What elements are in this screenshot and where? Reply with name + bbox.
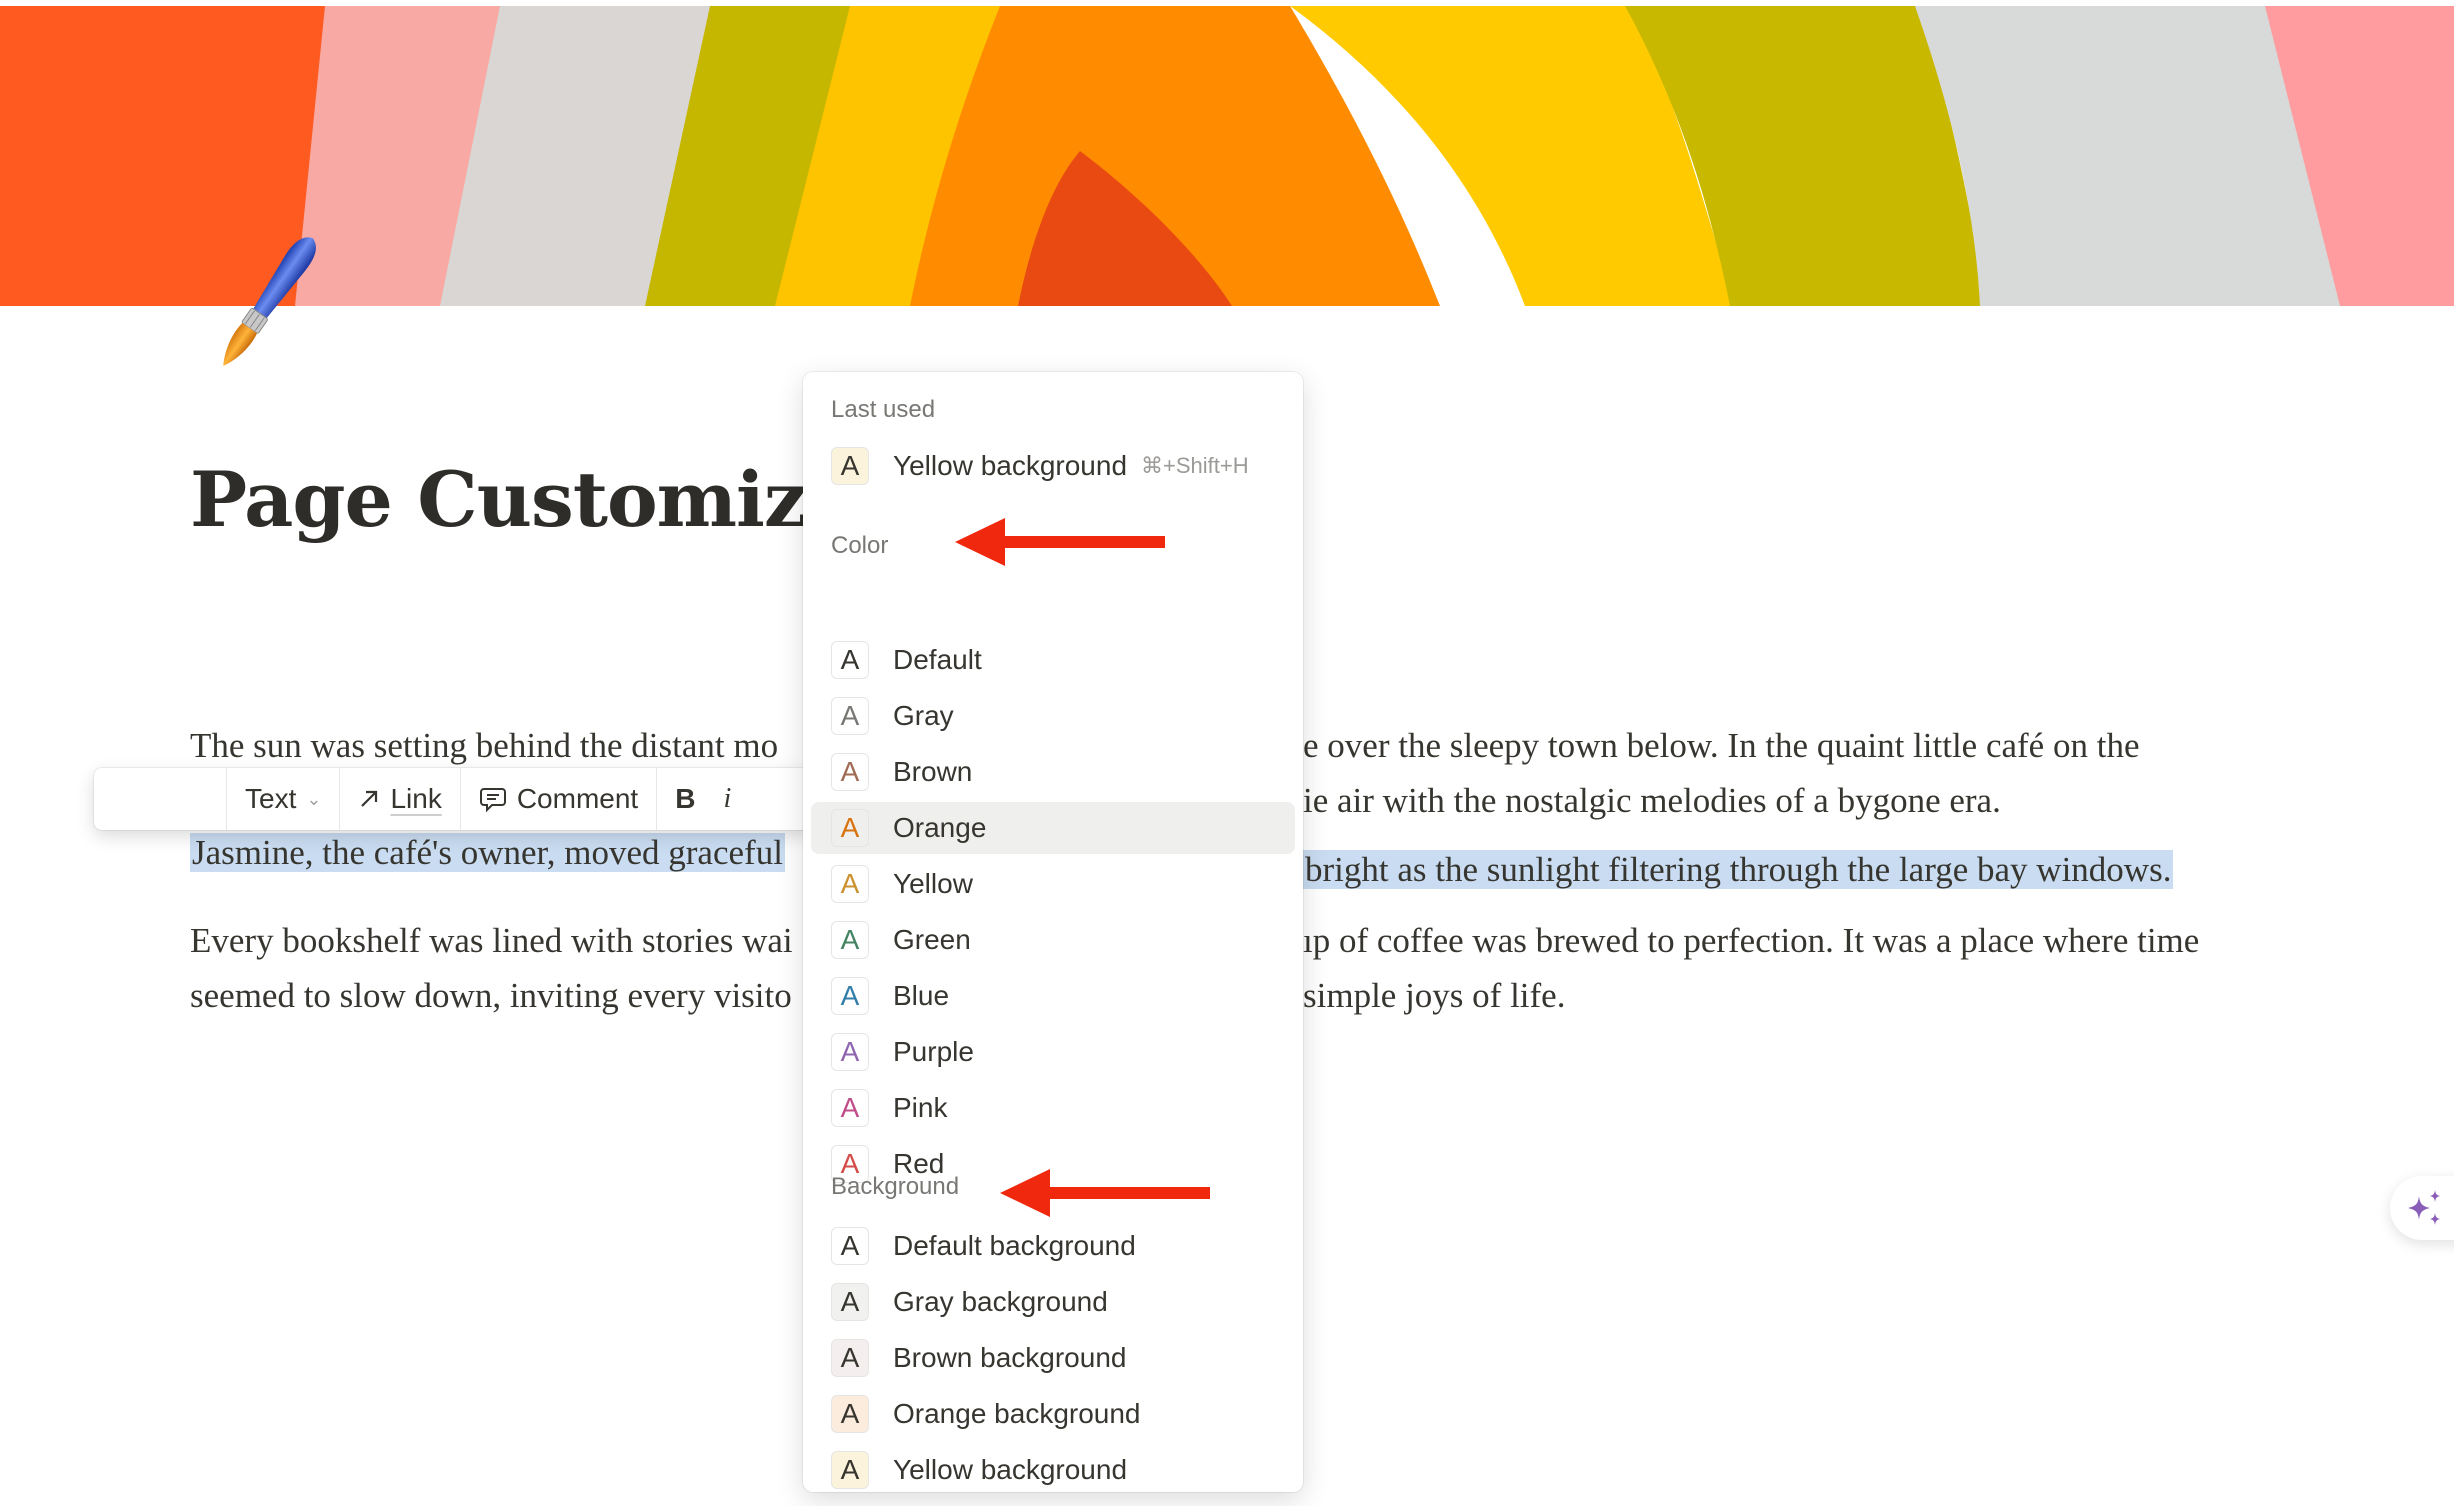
color-option-purple[interactable]: A Purple	[811, 1026, 1295, 1078]
color-option-blue[interactable]: A Blue	[811, 970, 1295, 1022]
cover-artwork	[0, 6, 2454, 306]
menu-item-label: Green	[893, 924, 971, 955]
color-option-yellow[interactable]: A Yellow	[811, 858, 1295, 910]
text-color-swatch-icon: A	[831, 641, 869, 679]
background-option-default-background[interactable]: A Default background	[811, 1220, 1295, 1272]
sparkle-icon	[2408, 1190, 2440, 1225]
bold-button[interactable]: B	[675, 783, 695, 815]
background-color-swatch-icon: A	[831, 1227, 869, 1265]
menu-item-label: Yellow background	[893, 450, 1128, 481]
selected-text[interactable]: Jasmine, the café's owner, moved gracefu…	[190, 833, 785, 872]
paragraph-3-line-2-left[interactable]: seemed to slow down, inviting every visi…	[190, 970, 792, 1022]
color-option-gray[interactable]: A Gray	[811, 690, 1295, 742]
menu-item-label: Blue	[893, 980, 950, 1011]
last-used-header: Last used	[831, 396, 936, 423]
paragraph-1-line-1-left[interactable]: The sun was setting behind the distant m…	[190, 720, 778, 772]
text-style-group: B i	[657, 768, 749, 830]
turn-into-label: Text	[245, 783, 297, 814]
comment-icon	[479, 788, 506, 813]
comment-button[interactable]: Comment	[461, 768, 658, 830]
background-color-swatch-icon: A	[831, 1283, 869, 1321]
page-icon[interactable]	[188, 222, 348, 382]
comment-label: Comment	[516, 783, 639, 814]
text-color-swatch-icon: A	[831, 809, 869, 847]
text-color-swatch-icon: A	[831, 1089, 869, 1127]
menu-item-label: Purple	[893, 1036, 974, 1067]
paragraph-2-left[interactable]: Jasmine, the café's owner, moved gracefu…	[190, 827, 785, 879]
text-color-swatch-icon: A	[831, 753, 869, 791]
link-button[interactable]: Link	[340, 768, 461, 830]
menu-item-label: Default	[893, 644, 982, 675]
paragraph-1-line-2-right[interactable]: ie air with the nostalgic melodies of a …	[1303, 775, 2001, 827]
background-option-brown-background[interactable]: A Brown background	[811, 1332, 1295, 1384]
cover-image[interactable]	[0, 6, 2454, 306]
paragraph-2-right[interactable]: bright as the sunlight filtering through…	[1303, 844, 2174, 896]
arrow-up-right-icon	[361, 790, 378, 807]
paragraph-3-line-1-left[interactable]: Every bookshelf was lined with stories w…	[190, 915, 793, 967]
formatting-toolbar: Text ⌄ Link Comment B i	[94, 768, 814, 830]
text-color-swatch-icon: A	[831, 1033, 869, 1071]
background-section-header: Background	[831, 1173, 960, 1200]
text-color-swatch-icon: A	[831, 977, 869, 1015]
color-option-default[interactable]: A Default	[811, 634, 1295, 686]
menu-item-label: Orange background	[893, 1398, 1141, 1429]
menu-item-label: Pink	[893, 1092, 948, 1123]
color-section-header: Color	[831, 532, 889, 559]
menu-item-label: Yellow	[893, 868, 973, 899]
paragraph-3-line-2-right[interactable]: simple joys of life.	[1303, 970, 1565, 1022]
menu-item-label: Brown	[893, 756, 973, 787]
menu-item-label: Yellow background	[893, 1454, 1128, 1485]
color-option-pink[interactable]: A Pink	[811, 1082, 1295, 1134]
paintbrush-icon	[223, 237, 316, 366]
chevron-down-icon: ⌄	[306, 788, 322, 809]
ai-assistant-button[interactable]	[2390, 1176, 2454, 1240]
menu-item-label: Default background	[893, 1230, 1136, 1261]
text-color-swatch-icon: A	[831, 697, 869, 735]
keyboard-shortcut: ⌘+Shift+H	[1141, 453, 1249, 478]
background-option-yellow-background[interactable]: A Yellow background	[811, 1444, 1295, 1492]
toolbar-ai-slot[interactable]	[94, 768, 227, 830]
annotation-arrow-background	[1000, 1169, 1210, 1217]
background-color-swatch-icon: A	[831, 1395, 869, 1433]
yellow-background-swatch-icon: A	[831, 447, 869, 485]
paragraph-1-line-1-right[interactable]: e over the sleepy town below. In the qua…	[1303, 720, 2139, 772]
paragraph-3-line-1-right[interactable]: ıp of coffee was brewed to perfection. I…	[1303, 915, 2199, 967]
color-option-green[interactable]: A Green	[811, 914, 1295, 966]
color-option-brown[interactable]: A Brown	[811, 746, 1295, 798]
selected-text-right[interactable]: bright as the sunlight filtering through…	[1303, 850, 2174, 889]
menu-item-label: Brown background	[893, 1342, 1127, 1373]
background-option-orange-background[interactable]: A Orange background	[811, 1388, 1295, 1440]
italic-button[interactable]: i	[723, 783, 731, 815]
turn-into-dropdown[interactable]: Text ⌄	[227, 768, 341, 830]
background-color-swatch-icon: A	[831, 1339, 869, 1377]
background-option-gray-background[interactable]: A Gray background	[811, 1276, 1295, 1328]
text-color-swatch-icon: A	[831, 865, 869, 903]
last-used-yellow-background[interactable]: A Yellow background ⌘+Shift+H	[811, 440, 1295, 492]
menu-item-label: Orange	[893, 812, 987, 843]
annotation-arrow-color	[955, 518, 1165, 566]
background-color-swatch-icon: A	[831, 1451, 869, 1489]
link-label: Link	[390, 783, 442, 814]
text-color-swatch-icon: A	[831, 921, 869, 959]
color-option-orange[interactable]: A Orange	[811, 802, 1295, 854]
page-title[interactable]: Page Customizat	[190, 455, 889, 544]
menu-item-label: Gray background	[893, 1286, 1108, 1317]
menu-item-label: Gray	[893, 700, 954, 731]
